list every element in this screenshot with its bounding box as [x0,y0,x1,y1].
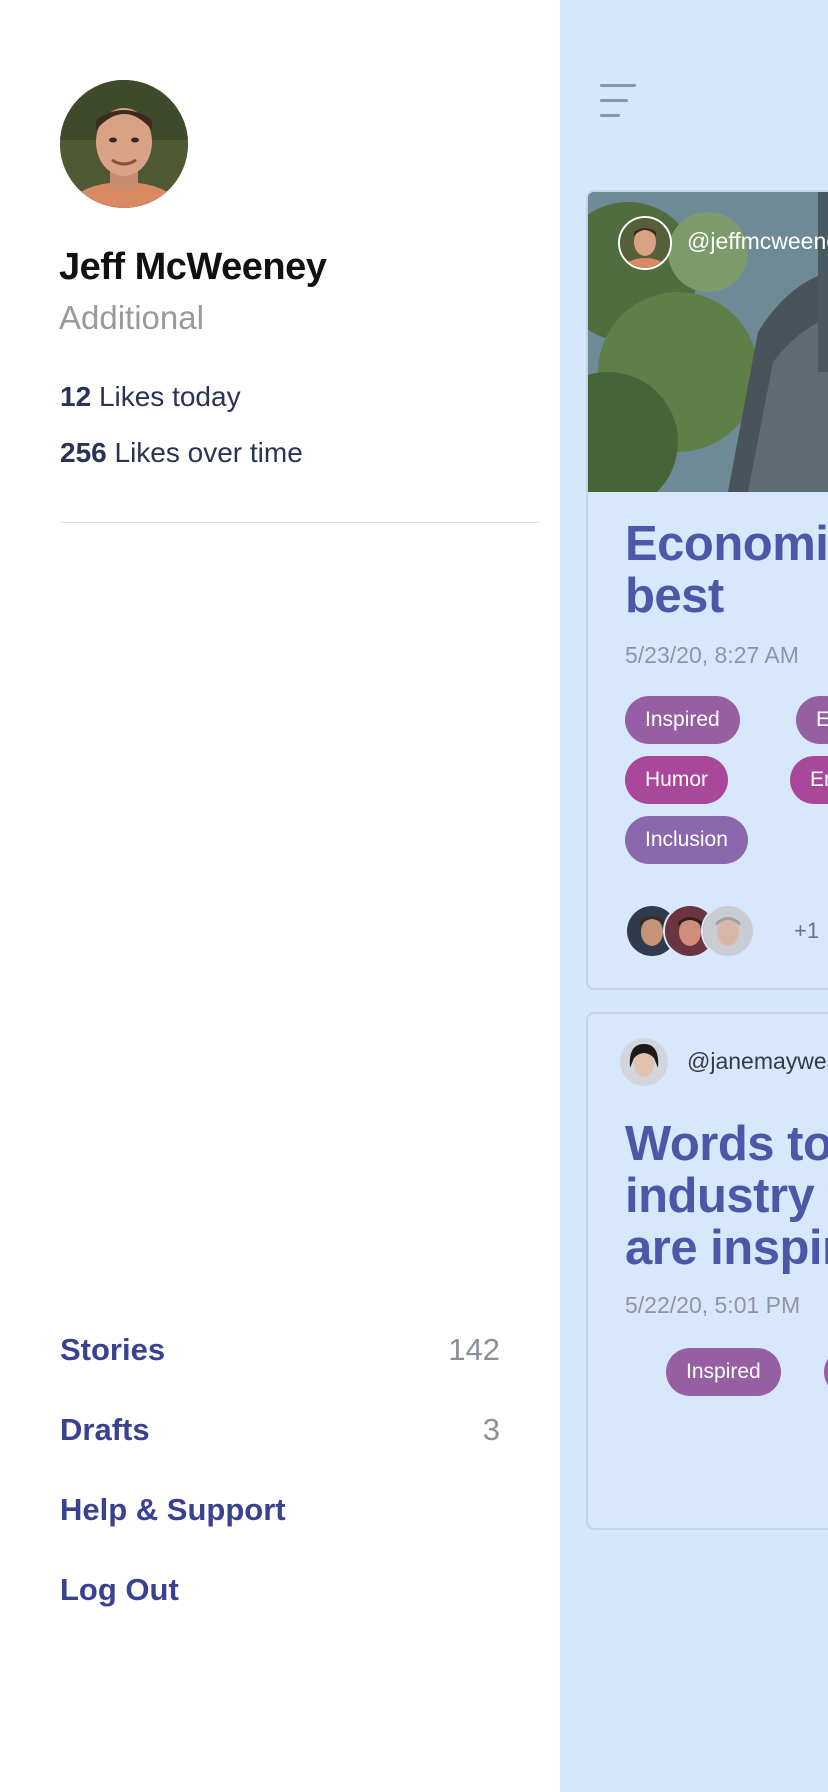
story-title[interactable]: Economics at its best [625,518,828,622]
tag-inspired[interactable]: Inspired [666,1348,781,1396]
menu-item-label: Stories [60,1332,166,1367]
menu-item-drafts[interactable]: Drafts 3 [60,1412,500,1448]
story-title[interactable]: Words to the industry that are inspiring [625,1118,828,1274]
stat-label: Likes over time [114,437,303,468]
stat-value: 12 [60,381,92,412]
story-card[interactable]: @jeffmcweeney Economics at its best 5/23… [586,190,828,990]
likers-more-count[interactable]: +1 [794,918,819,944]
menu-icon[interactable] [600,84,640,120]
menu-item-label: Drafts [60,1412,150,1447]
tag-en[interactable]: En [790,756,828,804]
liker-avatar [701,904,755,958]
author-handle[interactable]: @jeffmcweeney [687,228,828,255]
tag-e[interactable]: E [824,1348,828,1396]
menu-item-count: 3 [482,1412,500,1447]
divider [60,522,540,523]
profile-subtitle: Additional [59,299,204,336]
story-date: 5/22/20, 5:01 PM [625,1292,801,1318]
menu-item-stories[interactable]: Stories 142 [60,1332,500,1368]
menu-item-count: 142 [448,1332,500,1367]
tag-inclusion[interactable]: Inclusion [625,816,748,864]
author-handle[interactable]: @janemayweather [687,1048,828,1075]
navigation-drawer: Jeff McWeeney Additional 12 Likes today … [0,0,560,1792]
story-card[interactable]: @janemayweather Words to the industry th… [586,1012,828,1530]
tag-humor[interactable]: Humor [625,756,729,804]
author-avatar[interactable] [618,216,672,270]
menu-item-label: Log Out [60,1572,179,1607]
stat-likes-today: 12 Likes today [60,381,241,413]
story-date: 5/23/20, 8:27 AM [625,642,799,668]
profile-name: Jeff McWeeney [59,246,327,288]
stat-value: 256 [60,437,107,468]
stat-likes-over-time: 256 Likes over time [60,437,303,469]
profile-photo [60,80,188,208]
tag-inspired[interactable]: Inspired [625,696,740,744]
stat-label: Likes today [98,381,241,412]
tag-e[interactable]: E [796,696,828,744]
author-avatar[interactable] [620,1038,668,1086]
menu-item-log-out[interactable]: Log Out [60,1572,500,1608]
liker-avatars[interactable] [625,904,765,958]
menu-item-help-support[interactable]: Help & Support [60,1492,500,1528]
profile-avatar[interactable] [60,80,188,208]
feed-panel: @jeffmcweeney Economics at its best 5/23… [560,0,828,1792]
menu-item-label: Help & Support [60,1492,286,1527]
